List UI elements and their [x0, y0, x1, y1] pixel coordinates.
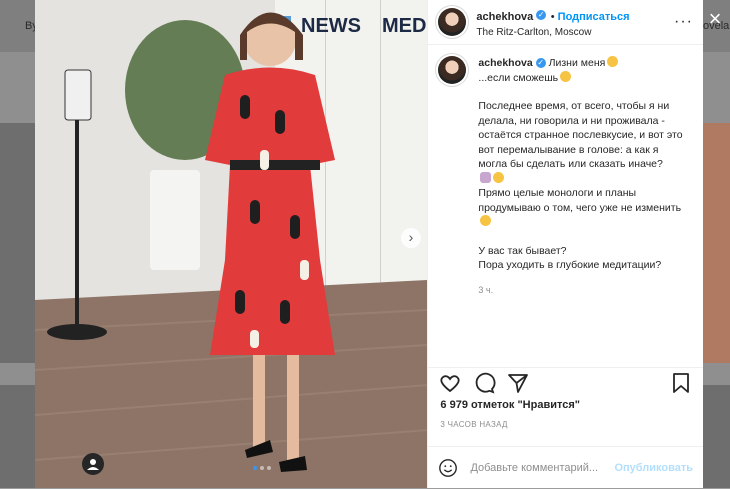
- carousel-dot-active: [253, 466, 257, 470]
- comment-input[interactable]: [468, 461, 615, 475]
- background-tile: [0, 123, 35, 363]
- publish-button[interactable]: Опубликовать: [614, 462, 693, 474]
- follow-button[interactable]: Подписаться: [558, 11, 630, 23]
- tagged-user-icon[interactable]: [82, 453, 104, 475]
- caption-username[interactable]: achekhova: [478, 57, 532, 69]
- wall-sign-media: MED: [382, 15, 426, 37]
- caption-line-1: Лизни меня: [548, 57, 606, 69]
- action-bar: [428, 367, 703, 398]
- background-tile: [703, 123, 730, 363]
- save-icon[interactable]: [669, 371, 693, 395]
- caption-question-1: У вас так бывает?: [478, 244, 567, 257]
- caption-paragraph-1: Последнее время, от всего, чтобы я ни де…: [478, 100, 683, 170]
- post-header: achekhova ✓ • Подписаться The Ritz-Carlto…: [428, 0, 703, 45]
- carousel-indicator: [253, 466, 271, 470]
- wink-emoji-icon: [560, 70, 572, 82]
- avatar[interactable]: [438, 8, 467, 36]
- like-icon[interactable]: [438, 371, 462, 395]
- verified-icon: ✓: [535, 58, 546, 69]
- caption-body: achekhova ✓ Лизни меня ...если сможешь По…: [478, 56, 688, 297]
- caption-question-2: Пора уходить в глубокие медитации?: [478, 259, 662, 271]
- caption-line-2: ...если сможешь: [478, 71, 559, 84]
- smile-emoji-icon: [607, 56, 619, 67]
- grimace-emoji-icon: [480, 215, 492, 226]
- comment-icon[interactable]: [472, 371, 496, 395]
- carousel-dot: [267, 466, 271, 470]
- post-header-info: achekhova ✓ • Подписаться The Ritz-Carlto…: [476, 7, 630, 38]
- background-tile: [703, 385, 730, 488]
- smile-emoji-icon: [493, 171, 505, 183]
- post-time[interactable]: 3 ЧАСОВ НАЗАД: [440, 420, 507, 429]
- comment-bar: Опубликовать: [428, 446, 703, 489]
- location-link[interactable]: The Ritz-Carlton, Moscow: [476, 27, 629, 38]
- separator-dot: •: [550, 10, 558, 23]
- background-tile: [0, 385, 35, 488]
- more-icon[interactable]: ···: [674, 13, 693, 31]
- wall-sign-news: NEWS: [301, 15, 361, 37]
- photo-illustration: NEWS MED: [35, 0, 428, 488]
- post-side-panel: achekhova ✓ • Подписаться The Ritz-Carlto…: [427, 0, 703, 488]
- likes-count[interactable]: 6 979 отметок "Нравится": [440, 399, 580, 411]
- post-modal: NEWS MED achekhova ✓ • Подписаться The R…: [35, 0, 703, 488]
- username-link[interactable]: achekhova: [476, 11, 533, 23]
- person-emoji-icon: [480, 171, 492, 183]
- close-icon[interactable]: ×: [704, 8, 726, 30]
- post-photo: NEWS MED: [35, 0, 428, 488]
- emoji-icon[interactable]: [438, 457, 458, 479]
- caption-time: 3 ч.: [478, 284, 494, 295]
- caption: achekhova ✓ Лизни меня ...если сможешь По…: [438, 56, 695, 356]
- share-icon[interactable]: [506, 371, 530, 395]
- caption-paragraph-2: Прямо целые монологи и планы продумываю …: [478, 187, 682, 214]
- carousel-dot: [260, 466, 264, 470]
- next-photo-button[interactable]: ›: [401, 228, 421, 248]
- verified-icon: ✓: [536, 10, 547, 21]
- caption-avatar[interactable]: [438, 56, 467, 84]
